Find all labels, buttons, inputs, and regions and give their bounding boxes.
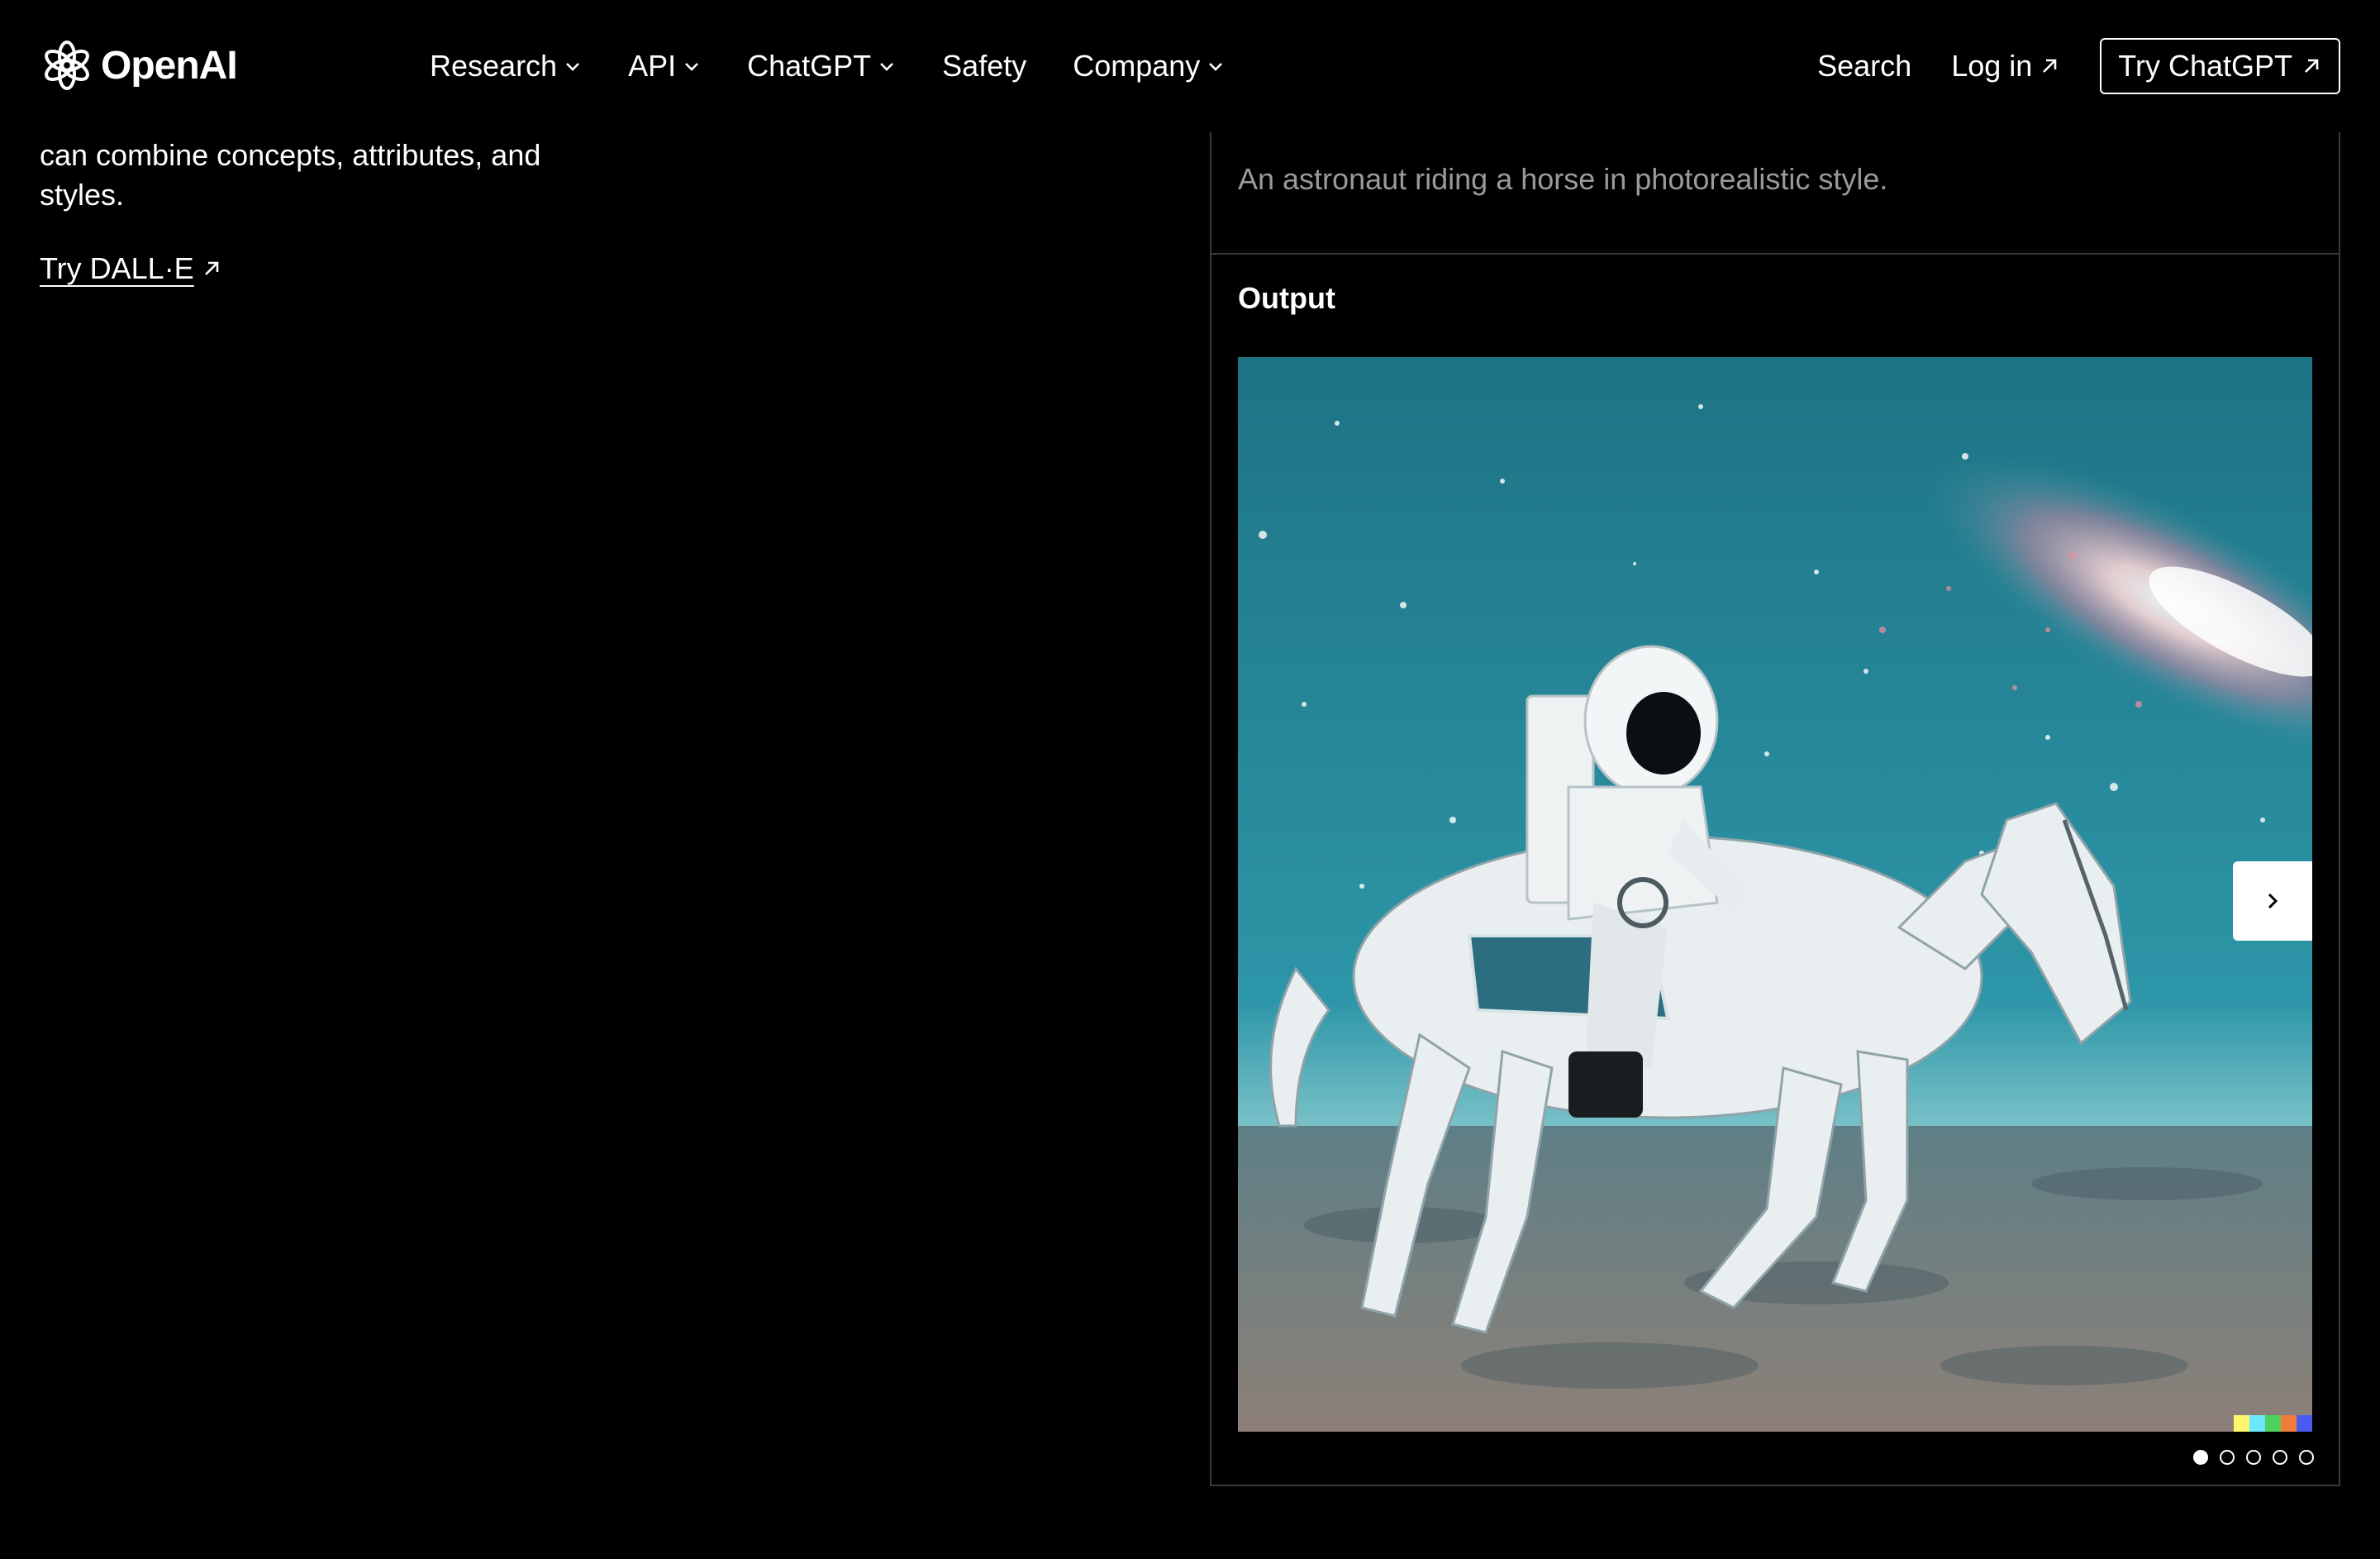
search-link[interactable]: Search [1817, 49, 1911, 83]
header-actions: Search Log in Try ChatGPT [1817, 38, 2340, 94]
try-chatgpt-label: Try ChatGPT [2118, 49, 2292, 83]
carousel-dot[interactable] [2220, 1450, 2235, 1465]
page: OpenAI Research API ChatGPT Safety Compa… [0, 0, 2380, 1559]
logo-text: OpenAI [101, 43, 238, 88]
carousel-next-button[interactable] [2233, 861, 2312, 941]
site-header: OpenAI Research API ChatGPT Safety Compa… [0, 0, 2380, 132]
try-dalle-link[interactable]: Try DALL·E [40, 251, 222, 286]
carousel-dots [2193, 1450, 2314, 1465]
prompt-text: An astronaut riding a horse in photoreal… [1238, 162, 1888, 196]
try-dalle-label: Try DALL·E [40, 251, 194, 285]
chevron-down-icon [566, 63, 579, 71]
login-link[interactable]: Log in [1951, 49, 2060, 83]
arrow-up-right-icon [2305, 59, 2319, 73]
nav-label: ChatGPT [747, 49, 872, 83]
nav-label: Company [1073, 49, 1201, 83]
openai-logo[interactable]: OpenAI [40, 36, 238, 94]
output-label: Output [1238, 281, 1335, 315]
arrow-up-right-icon [204, 261, 219, 275]
chevron-down-icon [1209, 63, 1223, 71]
login-label: Log in [1951, 49, 2033, 83]
example-panel: An astronaut riding a horse in photoreal… [1210, 132, 2340, 1486]
nav-label: Safety [942, 49, 1027, 83]
main-nav: Research API ChatGPT Safety Company [430, 43, 1271, 89]
astronaut-horse-illustration [1238, 357, 2312, 1432]
description-line: can combine concepts, attributes, and [40, 138, 541, 172]
carousel-dot[interactable] [2246, 1450, 2261, 1465]
carousel-dot[interactable] [2273, 1450, 2287, 1465]
description-line: styles. [40, 178, 125, 212]
nav-research[interactable]: Research [430, 49, 582, 83]
output-image [1238, 357, 2312, 1432]
nav-company[interactable]: Company [1073, 49, 1225, 83]
nav-label: API [628, 49, 677, 83]
chevron-down-icon [880, 63, 894, 71]
chevron-right-icon [2268, 893, 2278, 909]
chevron-down-icon [685, 63, 699, 71]
nav-chatgpt[interactable]: ChatGPT [747, 49, 896, 83]
divider [1211, 253, 2339, 255]
dalle-description: can combine concepts, attributes, and st… [40, 136, 569, 215]
openai-logo-icon [45, 41, 89, 90]
nav-safety[interactable]: Safety [942, 49, 1026, 83]
try-chatgpt-button[interactable]: Try ChatGPT [2100, 38, 2340, 94]
nav-api[interactable]: API [628, 49, 701, 83]
nav-label: Research [430, 49, 558, 83]
carousel-dot[interactable] [2193, 1450, 2208, 1465]
carousel-dot[interactable] [2299, 1450, 2314, 1465]
arrow-up-right-icon [2043, 59, 2057, 73]
